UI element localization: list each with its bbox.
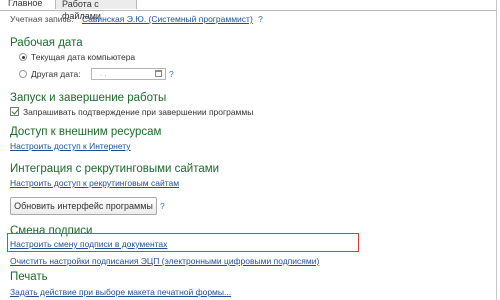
recruit-access-link[interactable]: Настроить доступ к рекрутинговым сайтам	[10, 178, 179, 188]
checkbox-checked-icon[interactable]	[10, 107, 19, 116]
print-title: Печать	[10, 271, 48, 283]
radio-computer-date[interactable]: Текущая дата компьютера	[19, 52, 135, 62]
startup-title: Запуск и завершение работы	[10, 92, 167, 104]
confirm-exit-label: Запрашивать подтверждение при завершении…	[23, 107, 254, 117]
tab-bar: Главное Работа с файлами	[0, 0, 497, 21]
other-date-value: . .	[100, 69, 107, 78]
refresh-interface-button[interactable]: Обновить интерфейс программы	[10, 197, 157, 215]
radio-other-date[interactable]: Другая дата:	[19, 69, 81, 79]
help-icon[interactable]: ?	[160, 201, 165, 211]
tab-main[interactable]: Главное	[2, 0, 50, 9]
tab-files[interactable]: Работа с файлами	[55, 0, 137, 21]
confirm-exit-checkbox[interactable]: Запрашивать подтверждение при завершении…	[10, 107, 253, 117]
recruit-title: Интеграция с рекрутинговыми сайтами	[10, 163, 220, 175]
account-row: Учетная запись: Савинская Э.Ю. (Системны…	[10, 14, 263, 24]
external-title: Доступ к внешним ресурсам	[10, 126, 162, 138]
radio-computer-date-label: Текущая дата компьютера	[31, 52, 136, 62]
account-value-link[interactable]: Савинская Э.Ю. (Системный программист)	[82, 14, 253, 24]
refresh-help: ?	[157, 201, 165, 211]
radio-selected-icon[interactable]	[19, 53, 27, 61]
work-date-title: Рабочая дата	[10, 37, 83, 49]
account-label: Учетная запись:	[10, 14, 74, 24]
internet-access-link[interactable]: Настроить доступ к Интернету	[10, 141, 131, 151]
help-icon[interactable]: ?	[169, 69, 174, 79]
other-date-input[interactable]: . .	[91, 68, 166, 80]
radio-unselected-icon[interactable]	[19, 70, 27, 78]
date-help: ?	[166, 69, 174, 79]
print-action-link[interactable]: Задать действие при выборе макета печатн…	[10, 287, 231, 297]
radio-other-date-label: Другая дата:	[31, 69, 81, 79]
calendar-icon[interactable]	[155, 70, 162, 77]
help-icon[interactable]: ?	[258, 14, 263, 24]
signature-change-link[interactable]: Настроить смену подписи в документах	[10, 239, 167, 249]
clear-ecp-link[interactable]: Очистить настройки подписания ЭЦП (элект…	[10, 256, 319, 266]
